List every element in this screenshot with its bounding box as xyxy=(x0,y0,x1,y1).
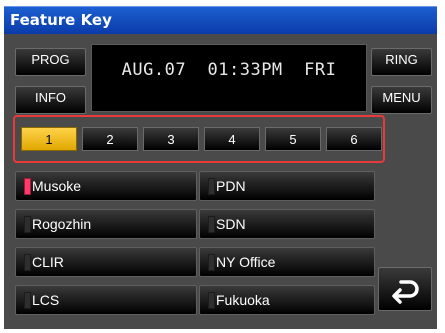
page-button-1[interactable]: 1 xyxy=(21,127,77,151)
title-bar: Feature Key xyxy=(4,6,437,35)
feature-key-label: PDN xyxy=(216,178,246,194)
feature-key-sdn[interactable]: SDN xyxy=(199,209,375,239)
date-time-display: AUG.07 01:33PM FRI xyxy=(91,44,367,112)
page-button-2[interactable]: 2 xyxy=(82,127,138,151)
feature-key-ny-office[interactable]: NY Office xyxy=(199,247,375,277)
page-label: 5 xyxy=(289,131,297,147)
page-button-3[interactable]: 3 xyxy=(143,127,199,151)
feature-key-pdn[interactable]: PDN xyxy=(199,171,375,201)
feature-key-label: CLIR xyxy=(32,254,64,270)
main-panel: PROG INFO AUG.07 01:33PM FRI RING MENU 1… xyxy=(4,34,437,329)
page-label: 4 xyxy=(228,131,236,147)
led-indicator xyxy=(24,216,31,233)
led-indicator xyxy=(24,292,31,309)
feature-key-clir[interactable]: CLIR xyxy=(15,247,197,277)
feature-key-screen: Feature Key PROG INFO AUG.07 01:33PM FRI… xyxy=(0,0,445,333)
menu-button[interactable]: MENU xyxy=(371,86,432,114)
feature-key-fukuoka[interactable]: Fukuoka xyxy=(199,285,375,315)
prog-button-label: PROG xyxy=(31,52,70,67)
date-time-text: AUG.07 01:33PM FRI xyxy=(121,60,337,80)
page-label: 1 xyxy=(45,131,53,147)
page-selector: 1 2 3 4 5 6 xyxy=(13,115,385,163)
page-button-4[interactable]: 4 xyxy=(204,127,260,151)
menu-button-label: MENU xyxy=(382,90,421,105)
feature-key-label: SDN xyxy=(216,216,246,232)
back-button[interactable] xyxy=(378,267,432,311)
return-arrow-icon xyxy=(392,280,419,304)
page-label: 2 xyxy=(106,131,114,147)
page-button-6[interactable]: 6 xyxy=(326,127,382,151)
ring-button[interactable]: RING xyxy=(371,48,432,76)
ring-button-label: RING xyxy=(385,52,418,67)
led-indicator xyxy=(208,178,215,195)
led-indicator xyxy=(24,178,31,195)
led-indicator xyxy=(208,254,215,271)
led-indicator xyxy=(208,292,215,309)
feature-key-label: LCS xyxy=(32,292,60,308)
prog-button[interactable]: PROG xyxy=(15,48,86,76)
feature-key-lcs[interactable]: LCS xyxy=(15,285,197,315)
feature-key-musoke[interactable]: Musoke xyxy=(15,171,197,201)
info-button-label: INFO xyxy=(34,90,67,105)
window-title: Feature Key xyxy=(10,11,112,29)
led-indicator xyxy=(208,216,215,233)
page-button-5[interactable]: 5 xyxy=(265,127,321,151)
feature-key-label: Musoke xyxy=(32,178,82,194)
feature-key-label: Rogozhin xyxy=(32,216,92,232)
page-label: 3 xyxy=(167,131,175,147)
feature-key-rogozhin[interactable]: Rogozhin xyxy=(15,209,197,239)
feature-key-label: NY Office xyxy=(216,254,276,270)
feature-key-label: Fukuoka xyxy=(216,292,270,308)
page-label: 6 xyxy=(350,131,358,147)
led-indicator xyxy=(24,254,31,271)
info-button[interactable]: INFO xyxy=(15,86,86,114)
